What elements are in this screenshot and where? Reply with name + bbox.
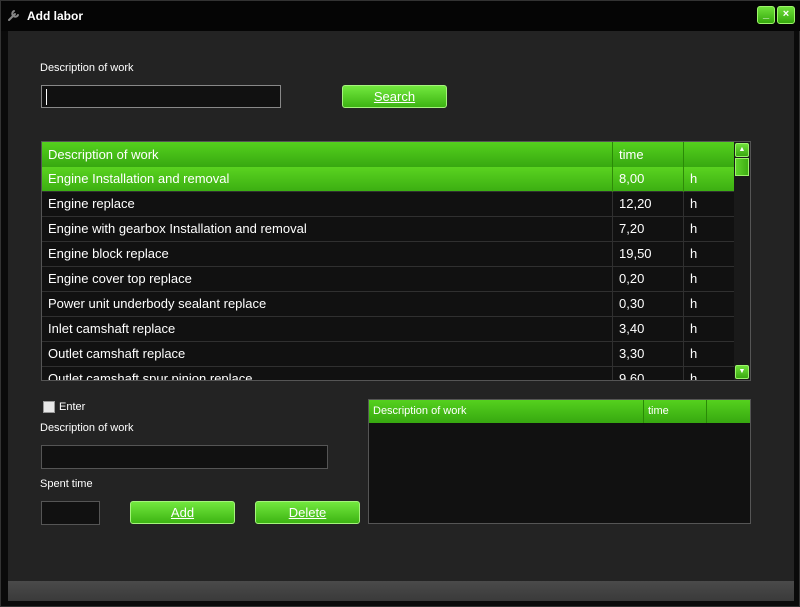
close-button[interactable]: × xyxy=(777,6,795,24)
cell-description: Engine block replace xyxy=(42,242,613,267)
cell-unit: h xyxy=(684,217,735,242)
added-column-header-time[interactable]: time xyxy=(644,400,707,423)
added-column-header-unit[interactable] xyxy=(707,400,750,423)
spent-time-field[interactable] xyxy=(41,501,100,525)
cell-time: 8,00 xyxy=(613,167,684,192)
table-row[interactable]: Engine with gearbox Installation and rem… xyxy=(42,217,735,242)
search-label: Description of work xyxy=(40,62,134,74)
cell-unit: h xyxy=(684,292,735,317)
table-row[interactable]: Inlet camshaft replace 3,40 h xyxy=(42,317,735,342)
scroll-thumb[interactable] xyxy=(735,158,749,176)
cell-unit: h xyxy=(684,267,735,292)
search-input[interactable] xyxy=(41,85,281,108)
added-grid-header: Description of work time xyxy=(369,400,750,423)
cell-time: 12,20 xyxy=(613,192,684,217)
scroll-down-button[interactable]: ▼ xyxy=(735,365,749,379)
window-title: Add labor xyxy=(27,9,83,23)
spent-time-label: Spent time xyxy=(40,478,93,490)
added-labor-grid: Description of work time xyxy=(368,399,751,524)
cell-unit: h xyxy=(684,167,735,192)
column-header-time[interactable]: time xyxy=(613,142,684,167)
cell-description: Power unit underbody sealant replace xyxy=(42,292,613,317)
enter-checkbox[interactable] xyxy=(43,401,55,413)
results-grid-header: Description of work time xyxy=(42,142,735,167)
cell-time: 3,30 xyxy=(613,342,684,367)
table-row[interactable]: Engine replace 12,20 h xyxy=(42,192,735,217)
cell-time: 7,20 xyxy=(613,217,684,242)
title-bar[interactable]: Add labor _ × xyxy=(1,1,800,31)
status-footer xyxy=(8,581,794,601)
search-button[interactable]: Search xyxy=(342,85,447,108)
wrench-icon xyxy=(8,10,19,21)
description-field[interactable] xyxy=(41,445,328,469)
cell-unit: h xyxy=(684,242,735,267)
cell-description: Inlet camshaft replace xyxy=(42,317,613,342)
cell-description: Engine cover top replace xyxy=(42,267,613,292)
results-grid: Description of work time Engine Installa… xyxy=(41,141,751,381)
cell-unit: h xyxy=(684,192,735,217)
table-row[interactable]: Outlet camshaft replace 3,30 h xyxy=(42,342,735,367)
cell-unit: h xyxy=(684,317,735,342)
table-row[interactable]: Engine block replace 19,50 h xyxy=(42,242,735,267)
cell-unit: h xyxy=(684,342,735,367)
cell-time: 19,50 xyxy=(613,242,684,267)
cell-description: Engine Installation and removal xyxy=(42,167,613,192)
column-header-unit[interactable] xyxy=(684,142,735,167)
cell-time: 9,60 xyxy=(613,367,684,380)
results-scrollbar[interactable]: ▲ ▼ xyxy=(734,142,750,380)
cell-time: 0,20 xyxy=(613,267,684,292)
delete-button[interactable]: Delete xyxy=(255,501,360,524)
enter-checkbox-label: Enter xyxy=(59,401,86,413)
added-column-header-description[interactable]: Description of work xyxy=(369,400,644,423)
table-row[interactable]: Engine cover top replace 0,20 h xyxy=(42,267,735,292)
cell-description: Outlet camshaft spur pinion replace xyxy=(42,367,613,380)
table-row[interactable]: Power unit underbody sealant replace 0,30… xyxy=(42,292,735,317)
scroll-up-button[interactable]: ▲ xyxy=(735,143,749,157)
cell-time: 3,40 xyxy=(613,317,684,342)
add-button[interactable]: Add xyxy=(130,501,235,524)
table-row[interactable]: Outlet camshaft spur pinion replace 9,60 h xyxy=(42,367,735,380)
cell-description: Engine with gearbox Installation and rem… xyxy=(42,217,613,242)
text-caret xyxy=(46,89,47,105)
cell-unit: h xyxy=(684,367,735,380)
minimize-button[interactable]: _ xyxy=(757,6,775,24)
table-row[interactable]: Engine Installation and removal 8,00 h xyxy=(42,167,735,192)
cell-description: Engine replace xyxy=(42,192,613,217)
column-header-description[interactable]: Description of work xyxy=(42,142,613,167)
cell-description: Outlet camshaft replace xyxy=(42,342,613,367)
description-label: Description of work xyxy=(40,422,134,434)
cell-time: 0,30 xyxy=(613,292,684,317)
